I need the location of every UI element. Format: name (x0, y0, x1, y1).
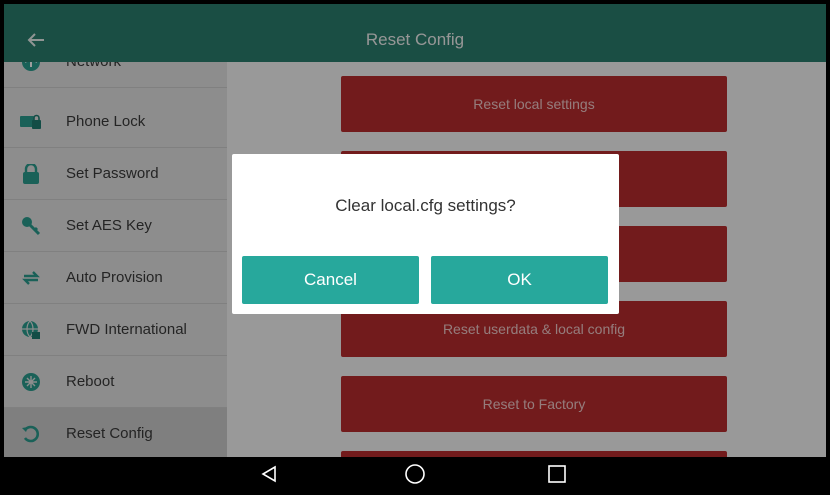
confirm-dialog: Clear local.cfg settings? Cancel OK (232, 154, 619, 314)
system-nav-bar (4, 457, 826, 491)
dialog-message: Clear local.cfg settings? (335, 196, 516, 215)
app-frame: Reset Config Network Phone Lock Set Pass… (4, 4, 826, 491)
ok-button[interactable]: OK (431, 256, 608, 304)
triangle-back-icon[interactable] (256, 462, 282, 486)
cancel-button[interactable]: Cancel (242, 256, 419, 304)
square-recents-icon[interactable] (544, 462, 570, 486)
circle-home-icon[interactable] (402, 462, 428, 486)
